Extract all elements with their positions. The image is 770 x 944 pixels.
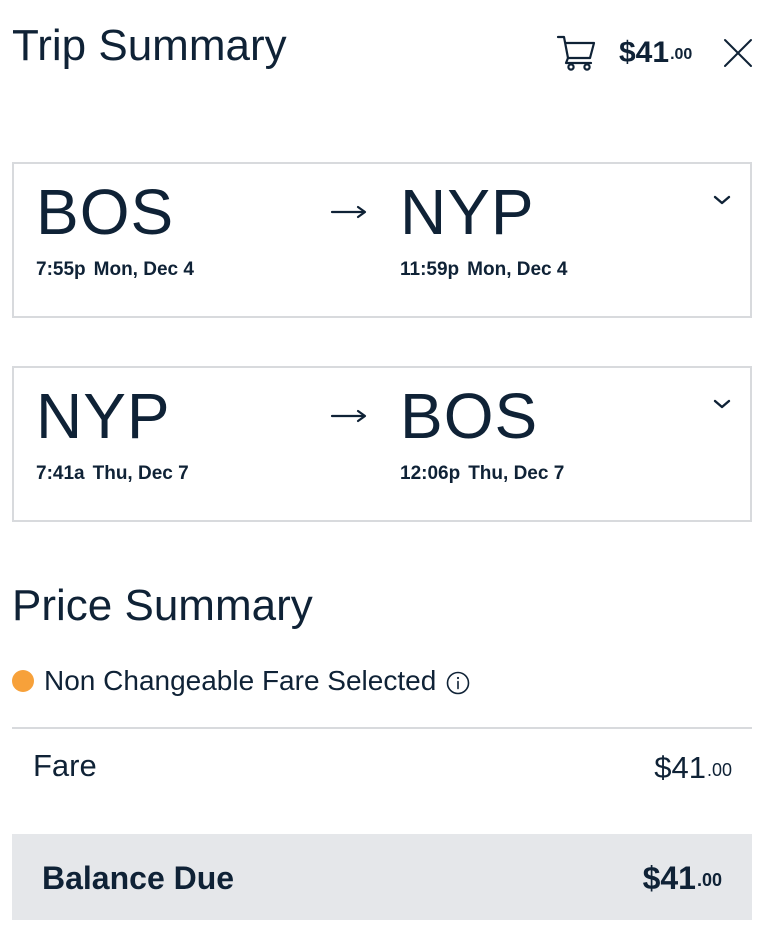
arrow-right-icon xyxy=(330,406,370,426)
balance-dollars: $41 xyxy=(642,860,696,896)
arrow-right-icon xyxy=(330,202,370,222)
divider xyxy=(12,727,752,729)
arrive-time-value: 12:06p xyxy=(400,463,461,484)
arrive-time: 11:59p Mon, Dec 4 xyxy=(400,258,567,282)
fare-amount: $41.00 xyxy=(654,748,732,788)
depart-time-value: 7:55p xyxy=(36,259,86,280)
fare-cents: .00 xyxy=(706,760,732,780)
depart-time-value: 7:41a xyxy=(36,463,85,484)
fare-notice: Non Changeable Fare Selected xyxy=(12,664,470,698)
destination-code: BOS xyxy=(400,380,539,452)
cart-total[interactable]: $41.00 xyxy=(619,34,692,72)
origin-code: BOS xyxy=(36,176,175,248)
fare-dollars: $41 xyxy=(654,750,706,785)
trip-leg-outbound[interactable]: BOS NYP 7:55p Mon, Dec 4 11:59p Mon, Dec 4 xyxy=(12,162,752,318)
fare-notice-text: Non Changeable Fare Selected xyxy=(44,665,437,696)
depart-time: 7:55p Mon, Dec 4 xyxy=(36,258,194,282)
depart-time: 7:41a Thu, Dec 7 xyxy=(36,462,189,486)
trip-leg-return[interactable]: NYP BOS 7:41a Thu, Dec 7 12:06p Thu, Dec 7 xyxy=(12,366,752,522)
status-dot xyxy=(12,670,34,692)
arrive-time: 12:06p Thu, Dec 7 xyxy=(400,462,564,486)
depart-date: Mon, Dec 4 xyxy=(93,259,194,280)
destination-code: NYP xyxy=(400,176,535,248)
arrive-time-value: 11:59p xyxy=(400,259,460,280)
origin-code: NYP xyxy=(36,380,171,452)
cart-total-cents: .00 xyxy=(670,46,693,63)
info-icon[interactable] xyxy=(446,671,470,695)
balance-due-label: Balance Due xyxy=(42,860,235,896)
arrive-date: Mon, Dec 4 xyxy=(467,259,568,280)
chevron-down-icon[interactable] xyxy=(711,192,733,208)
balance-due-row: Balance Due $41.00 xyxy=(12,834,752,920)
close-icon[interactable] xyxy=(722,37,754,69)
fare-label: Fare xyxy=(33,748,97,783)
page-title: Trip Summary xyxy=(12,21,287,70)
arrive-date: Thu, Dec 7 xyxy=(468,463,565,484)
price-summary-title: Price Summary xyxy=(12,581,313,630)
cart-total-dollars: $41 xyxy=(619,36,670,69)
chevron-down-icon[interactable] xyxy=(711,396,733,412)
depart-date: Thu, Dec 7 xyxy=(92,463,189,484)
balance-cents: .00 xyxy=(696,870,722,890)
cart-icon[interactable] xyxy=(556,34,598,72)
balance-due-amount: $41.00 xyxy=(643,858,722,898)
